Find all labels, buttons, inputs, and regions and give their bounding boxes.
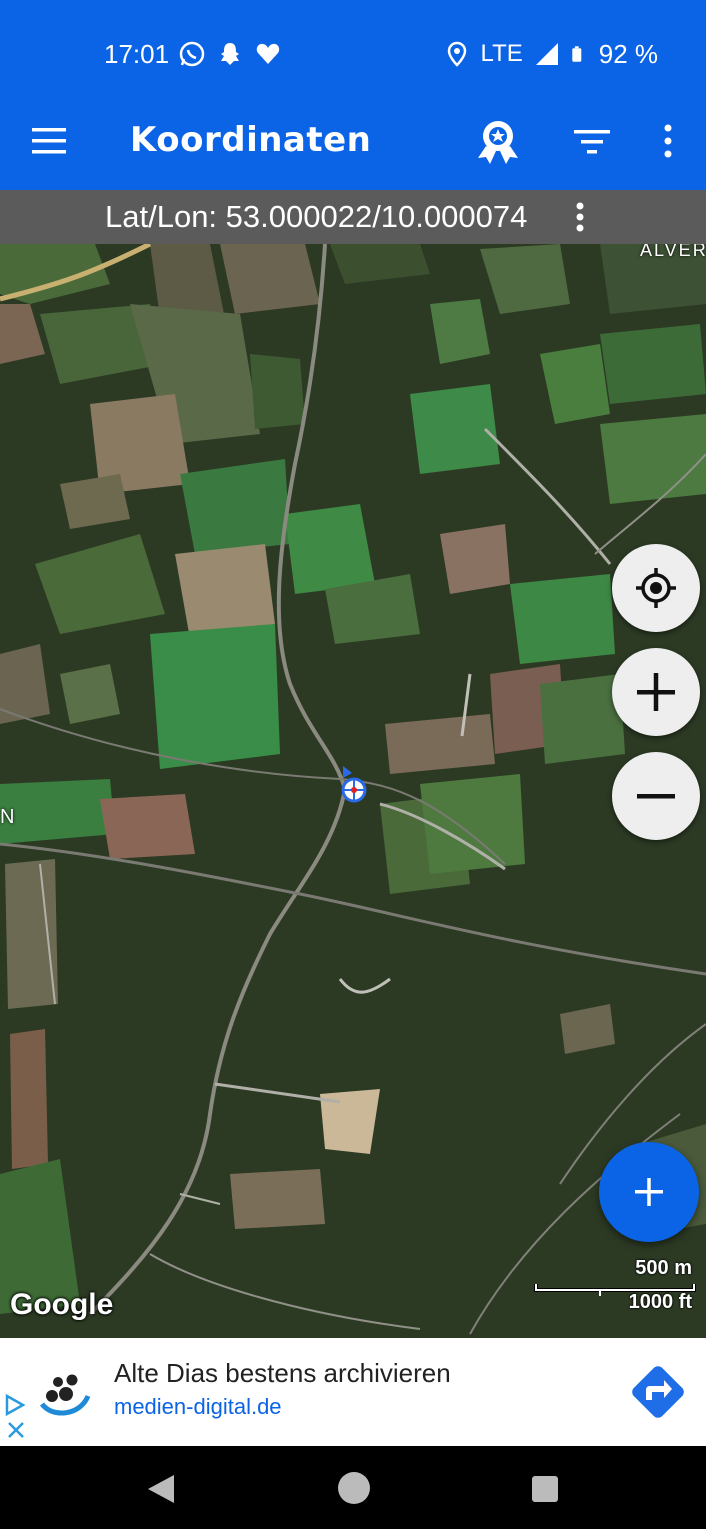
ad-banner[interactable]: Alte Dias bestens archivieren medien-dig… [0,1338,706,1446]
menu-icon[interactable] [30,126,70,156]
coordinate-bar[interactable]: Lat/Lon: 53.000022/10.000074 [0,190,706,244]
home-icon[interactable] [336,1470,372,1506]
battery-icon [572,46,582,62]
zoom-in-icon [637,673,675,711]
ad-title[interactable]: Alte Dias bestens archivieren [114,1358,451,1389]
coordinate-text: Lat/Lon: 53.000022/10.000074 [105,199,528,234]
snapchat-icon [221,43,239,65]
location-icon [447,41,466,67]
my-location-icon [636,568,676,608]
app-bar: Koordinaten [0,90,706,190]
battery-level: 92 % [598,38,658,69]
signal-icon [535,43,558,65]
zoom-out-icon [637,794,675,799]
status-system-icons: LTE 92 % [443,38,658,70]
status-time: 17:01 [104,39,170,69]
advertiser-logo [39,1374,91,1416]
ad-close-icon[interactable] [6,1420,26,1440]
google-attribution: Google [10,1288,114,1321]
add-icon [635,1178,663,1206]
coordinate-more-icon[interactable] [568,198,592,238]
location-marker-icon[interactable] [338,766,370,806]
ad-url[interactable]: medien-digital.de [114,1394,282,1420]
filter-icon[interactable] [572,126,612,158]
app-title: Koordinaten [130,120,372,160]
map-view[interactable]: ALVER N 500 m 1000 ft Google [0,244,706,1338]
ad-directions-icon[interactable] [626,1360,690,1424]
status-bar: 17:01 LTE 92 % [0,0,706,90]
place-label-alver: ALVER [640,244,706,260]
system-nav-bar [0,1446,706,1529]
my-location-button[interactable] [612,544,700,632]
scale-imperial: 1000 ft [628,1291,692,1313]
heart-icon [256,43,280,64]
place-label-left: N [0,806,15,828]
back-icon[interactable] [144,1472,178,1506]
whatsapp-icon [179,41,205,67]
badge-icon[interactable] [472,116,524,168]
more-vert-icon[interactable] [658,122,678,162]
ad-choices-icon[interactable] [4,1394,26,1416]
add-location-button[interactable] [599,1142,699,1242]
recents-icon[interactable] [530,1474,560,1504]
map-scale: 500 m 1000 ft [530,1257,700,1317]
zoom-in-button[interactable] [612,648,700,736]
status-notification-icons [178,38,282,70]
scale-metric: 500 m [635,1257,692,1279]
network-type: LTE [480,40,523,67]
zoom-out-button[interactable] [612,752,700,840]
